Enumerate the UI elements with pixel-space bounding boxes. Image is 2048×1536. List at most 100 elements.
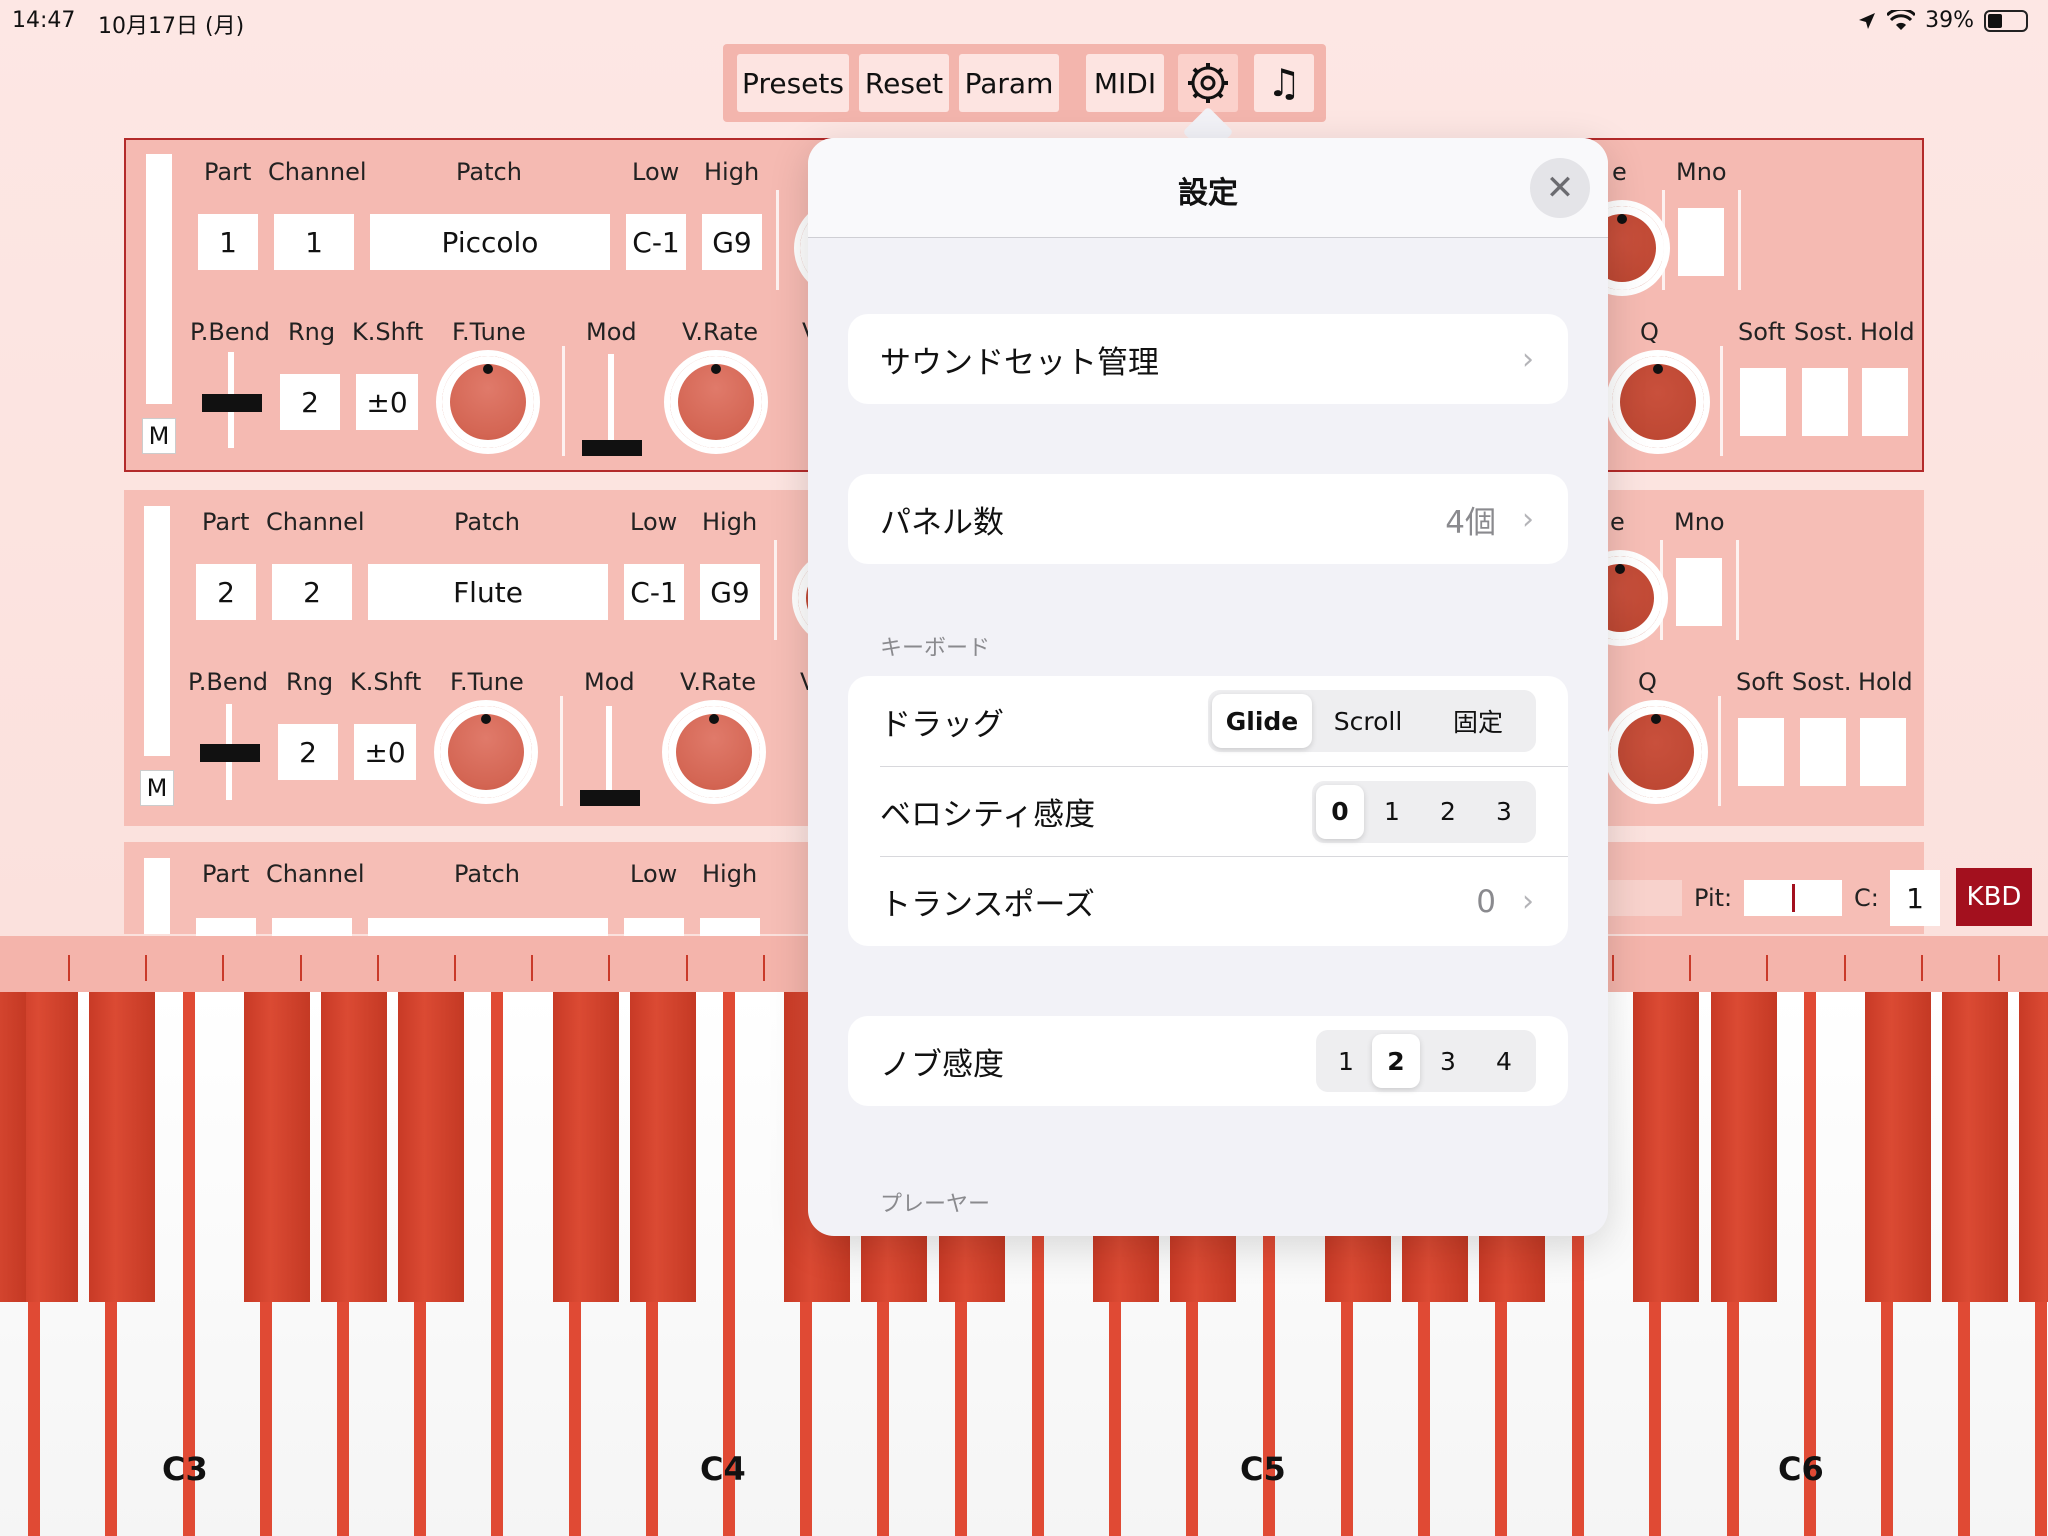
black-key[interactable] [1710,992,1777,1302]
kshft-label: K.Shft [352,318,424,346]
black-key[interactable] [398,992,465,1302]
velocity-option-0[interactable]: 0 [1316,784,1364,839]
velocity-option-1[interactable]: 1 [1364,785,1420,839]
param-button[interactable]: Param [959,54,1059,112]
drag-option-glide[interactable]: Glide [1212,694,1312,748]
popover-header: 設定 ✕ [808,138,1608,238]
part-field[interactable] [196,918,256,938]
panel-count-value: 4個 [1445,504,1496,541]
reset-button[interactable]: Reset [859,54,949,112]
settings-button[interactable] [1178,54,1238,112]
knob-option-3[interactable]: 3 [1420,1034,1476,1088]
mod-slider[interactable] [606,706,612,800]
low-field[interactable]: C-1 [626,214,686,270]
channel-field[interactable]: 1 [274,214,354,270]
octave-label-c3: C3 [162,1450,208,1488]
black-key[interactable] [2019,992,2048,1302]
octave-label-c6: C6 [1778,1450,1824,1488]
black-key[interactable] [1865,992,1931,1302]
black-key[interactable] [552,992,619,1302]
velocity-option-2[interactable]: 2 [1420,785,1476,839]
patch-field[interactable] [368,918,608,938]
fine-tune-knob[interactable] [434,700,538,804]
scroll-tick [1843,955,1846,981]
soft-pedal[interactable] [1740,368,1786,436]
soft-pedal[interactable] [1738,718,1784,786]
high-field[interactable] [700,918,760,938]
sostenuto-pedal[interactable] [1802,368,1848,436]
hold-pedal[interactable] [1862,368,1908,436]
transpose-row[interactable]: トランスポーズ 0 › [880,856,1568,946]
slider-field[interactable] [1608,880,1682,916]
knob-option-4[interactable]: 4 [1476,1034,1532,1088]
player-button[interactable]: ♫ [1254,54,1314,112]
black-key[interactable] [243,992,310,1302]
kshft-label: K.Shft [350,668,422,696]
kshft-field[interactable]: ±0 [354,724,416,780]
fine-tune-knob[interactable] [436,350,540,454]
mono-toggle[interactable] [1676,558,1722,626]
presets-button[interactable]: Presets [737,54,849,112]
black-key[interactable] [629,992,696,1302]
black-key[interactable] [0,992,26,1302]
location-icon [1859,12,1876,29]
drag-segmented-control: Glide Scroll 固定 [1208,690,1536,752]
mod-label: Mod [584,668,635,696]
mod-slider[interactable] [608,354,614,448]
mod-thumb[interactable] [580,790,640,806]
divider [562,346,565,456]
kshft-field[interactable]: ±0 [356,374,418,430]
battery-icon [1984,9,2028,32]
rng-field[interactable]: 2 [278,724,338,780]
patch-field[interactable]: Piccolo [370,214,610,270]
panel-count-row[interactable]: パネル数 4個 › [848,474,1568,564]
panel-count-group: パネル数 4個 › [848,474,1568,564]
high-field[interactable]: G9 [702,214,762,270]
velocity-option-3[interactable]: 3 [1476,785,1532,839]
pitch-indicator[interactable] [1744,880,1842,916]
patch-field[interactable]: Flute [368,564,608,620]
scroll-tick [1612,955,1614,981]
part-field[interactable]: 2 [196,564,256,620]
mono-toggle[interactable] [1678,208,1724,276]
black-key[interactable] [1633,992,1700,1302]
midi-button[interactable]: MIDI [1086,54,1164,112]
channel-field[interactable]: 1 [1890,870,1940,926]
high-field[interactable]: G9 [700,564,760,620]
battery-percent: 39% [1925,8,1974,33]
black-key[interactable] [321,992,387,1302]
q-knob[interactable] [1606,350,1710,454]
mno-label: Mno [1674,508,1725,536]
e-label: e [1610,508,1625,536]
mod-thumb[interactable] [582,440,642,456]
pitch-bend-thumb[interactable] [202,394,262,412]
q-knob[interactable] [1604,700,1708,804]
status-bar: 14:47 10月17日 (月) 39% [0,0,2048,40]
low-field[interactable]: C-1 [624,564,684,620]
vibrato-rate-knob[interactable] [664,350,768,454]
black-key[interactable] [89,992,156,1302]
channel-field[interactable] [272,918,352,938]
part-label: Part [202,508,250,536]
hold-pedal[interactable] [1860,718,1906,786]
octave-label-c4: C4 [700,1450,746,1488]
drag-option-scroll[interactable]: Scroll [1312,694,1424,748]
channel-field[interactable]: 2 [272,564,352,620]
mute-button[interactable]: M [140,770,174,806]
black-key[interactable] [1942,992,2009,1302]
low-field[interactable] [624,918,684,938]
drag-option-fixed[interactable]: 固定 [1424,694,1532,748]
close-button[interactable]: ✕ [1530,158,1590,218]
mute-button[interactable]: M [142,418,176,454]
kbd-button[interactable]: KBD [1956,868,2032,926]
rng-field[interactable]: 2 [280,374,340,430]
knob-option-2[interactable]: 2 [1372,1034,1420,1088]
sostenuto-pedal[interactable] [1800,718,1846,786]
velocity-segmented-control: 0 1 2 3 [1312,780,1536,843]
divider [560,696,563,806]
sound-set-row[interactable]: サウンドセット管理 › [848,314,1568,404]
vibrato-rate-knob[interactable] [662,700,766,804]
pitch-bend-thumb[interactable] [200,744,260,762]
part-field[interactable]: 1 [198,214,258,270]
knob-option-1[interactable]: 1 [1320,1034,1372,1088]
